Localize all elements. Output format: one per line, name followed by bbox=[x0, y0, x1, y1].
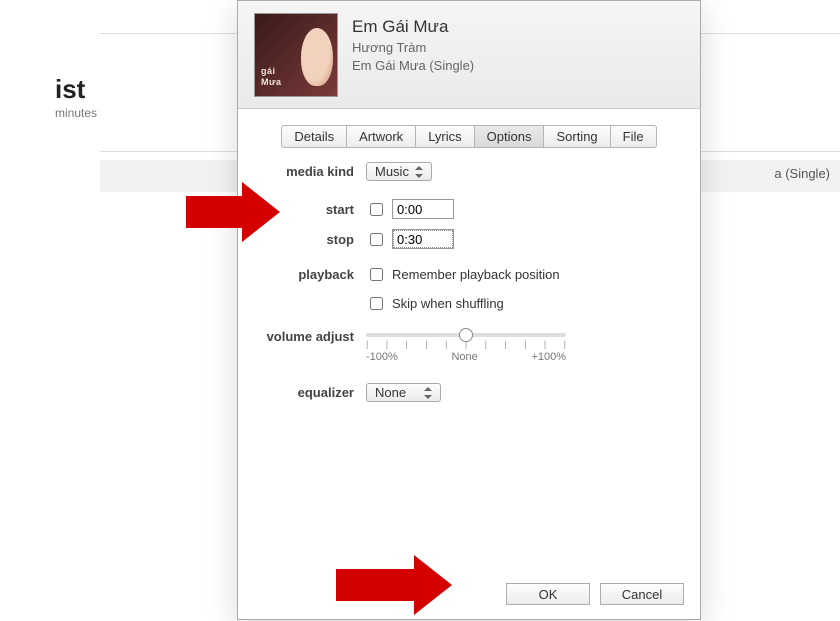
tab-options[interactable]: Options bbox=[475, 125, 545, 148]
cancel-button[interactable]: Cancel bbox=[600, 583, 684, 605]
bg-track-row-album-fragment: a (Single) bbox=[774, 166, 830, 181]
volume-slider[interactable]: ||||||||||| -100% None +100% bbox=[366, 333, 566, 363]
stop-label: stop bbox=[264, 232, 366, 247]
stop-checkbox[interactable] bbox=[370, 233, 383, 246]
tab-lyrics[interactable]: Lyrics bbox=[416, 125, 474, 148]
media-kind-value: Music bbox=[375, 164, 409, 179]
remember-position-label: Remember playback position bbox=[392, 267, 560, 282]
slider-thumb-icon[interactable] bbox=[459, 328, 473, 342]
volume-mid-label: None bbox=[451, 351, 477, 363]
dialog-footer: OK Cancel bbox=[238, 573, 700, 619]
dialog-header: gái Mưa Em Gái Mưa Hương Tràm Em Gái Mưa… bbox=[238, 1, 700, 109]
tab-artwork[interactable]: Artwork bbox=[347, 125, 416, 148]
remember-position-checkbox[interactable] bbox=[370, 268, 383, 281]
album-art: gái Mưa bbox=[254, 13, 338, 97]
song-title: Em Gái Mưa bbox=[352, 17, 474, 37]
volume-min-label: -100% bbox=[366, 351, 398, 363]
song-artist: Hương Tràm bbox=[352, 39, 474, 57]
song-info-dialog: gái Mưa Em Gái Mưa Hương Tràm Em Gái Mưa… bbox=[237, 0, 701, 620]
options-form: media kind Music start stop bbox=[238, 148, 700, 573]
start-checkbox[interactable] bbox=[370, 203, 383, 216]
skip-shuffling-label: Skip when shuffling bbox=[392, 296, 504, 311]
bg-title-fragment: ist bbox=[55, 74, 85, 105]
tab-details[interactable]: Details bbox=[281, 125, 347, 148]
playback-label: playback bbox=[264, 267, 366, 282]
volume-adjust-label: volume adjust bbox=[264, 327, 366, 344]
ok-button[interactable]: OK bbox=[506, 583, 590, 605]
media-kind-select[interactable]: Music bbox=[366, 162, 432, 181]
bg-subtitle-fragment: minutes bbox=[55, 106, 97, 120]
tab-file[interactable]: File bbox=[611, 125, 657, 148]
tab-bar: Details Artwork Lyrics Options Sorting F… bbox=[238, 117, 700, 148]
start-time-input[interactable] bbox=[392, 199, 454, 219]
media-kind-label: media kind bbox=[264, 164, 366, 179]
song-album: Em Gái Mưa (Single) bbox=[352, 57, 474, 75]
equalizer-value: None bbox=[375, 385, 406, 400]
chevron-updown-icon bbox=[424, 387, 434, 399]
start-label: start bbox=[264, 202, 366, 217]
chevron-updown-icon bbox=[415, 166, 425, 178]
stop-time-input[interactable] bbox=[392, 229, 454, 249]
equalizer-select[interactable]: None bbox=[366, 383, 441, 402]
volume-max-label: +100% bbox=[531, 351, 566, 363]
tab-sorting[interactable]: Sorting bbox=[544, 125, 610, 148]
equalizer-label: equalizer bbox=[264, 385, 366, 400]
skip-shuffling-checkbox[interactable] bbox=[370, 297, 383, 310]
